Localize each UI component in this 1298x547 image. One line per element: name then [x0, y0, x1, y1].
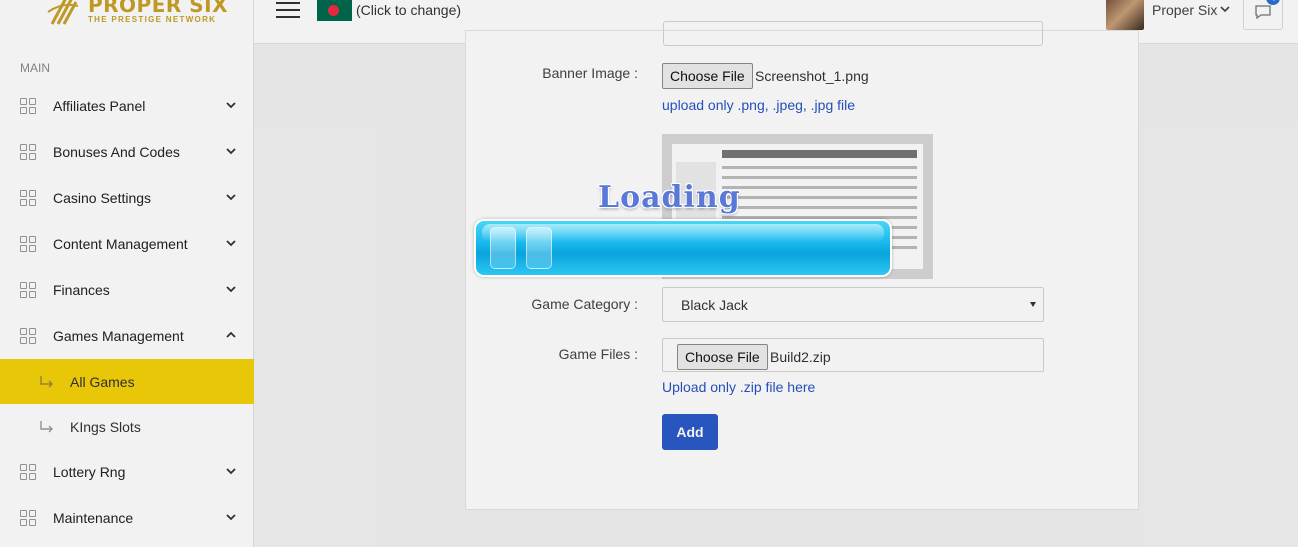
loading-progress-bar [474, 219, 892, 277]
loading-title: Loading [598, 180, 741, 215]
progress-segment [526, 227, 552, 269]
progress-segment [490, 227, 516, 269]
